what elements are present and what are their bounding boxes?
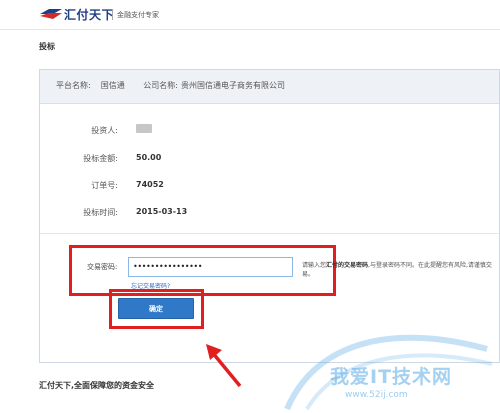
company-label: 公司名称:: [143, 81, 178, 90]
bid-time-value: 2015-03-13: [136, 207, 188, 216]
trade-password-input[interactable]: ••••••••••••••••: [128, 257, 293, 277]
footer-security-text: 汇付天下,全面保障您的资金安全: [39, 381, 155, 390]
logo-icon: [40, 9, 62, 19]
page-title: 投标: [39, 42, 55, 51]
confirm-button[interactable]: 确定: [118, 298, 194, 319]
bid-amount-value: 50.00: [136, 153, 162, 162]
hint-prefix: 请输入您: [302, 262, 327, 269]
platform-label: 平台名称:: [56, 81, 91, 90]
company-value: 贵州国信通电子商务有限公司: [180, 81, 285, 90]
watermark-url: www.52ij.com: [345, 390, 408, 400]
header-divider: [0, 29, 500, 30]
bid-amount-label: 投标金额:: [83, 154, 118, 163]
watermark-text: 我爱IT技术网: [330, 366, 453, 388]
bid-time-label: 投标时间:: [83, 208, 118, 217]
header: 汇付天下 金融支付专家: [0, 0, 500, 28]
red-arrow-icon: [206, 344, 242, 388]
password-label: 交易密码:: [87, 263, 118, 271]
investor-name-redacted: [136, 124, 152, 133]
password-hint: 请输入您汇付的交易密码,与登录密码不同。在此提醒您有风险,请谨慎交易。: [302, 261, 492, 279]
logo-tagline: 金融支付专家: [117, 11, 159, 19]
logo-text: 汇付天下: [64, 8, 115, 22]
hint-bold: 汇付的交易密码: [326, 262, 369, 269]
panel-header: 平台名称: 国信通 公司名称: 贵州国信通电子商务有限公司: [40, 70, 499, 104]
order-number-label: 订单号:: [91, 181, 118, 190]
platform-value: 国信通: [100, 81, 125, 90]
investor-label: 投资人:: [91, 126, 118, 135]
order-number-value: 74052: [136, 180, 164, 189]
logo-divider: [112, 9, 113, 20]
bid-panel: 平台名称: 国信通 公司名称: 贵州国信通电子商务有限公司 投资人: 投标金额: 5…: [39, 69, 500, 363]
platform-info: 平台名称: 国信通 公司名称: 贵州国信通电子商务有限公司: [56, 80, 295, 91]
section-divider: [40, 233, 499, 234]
